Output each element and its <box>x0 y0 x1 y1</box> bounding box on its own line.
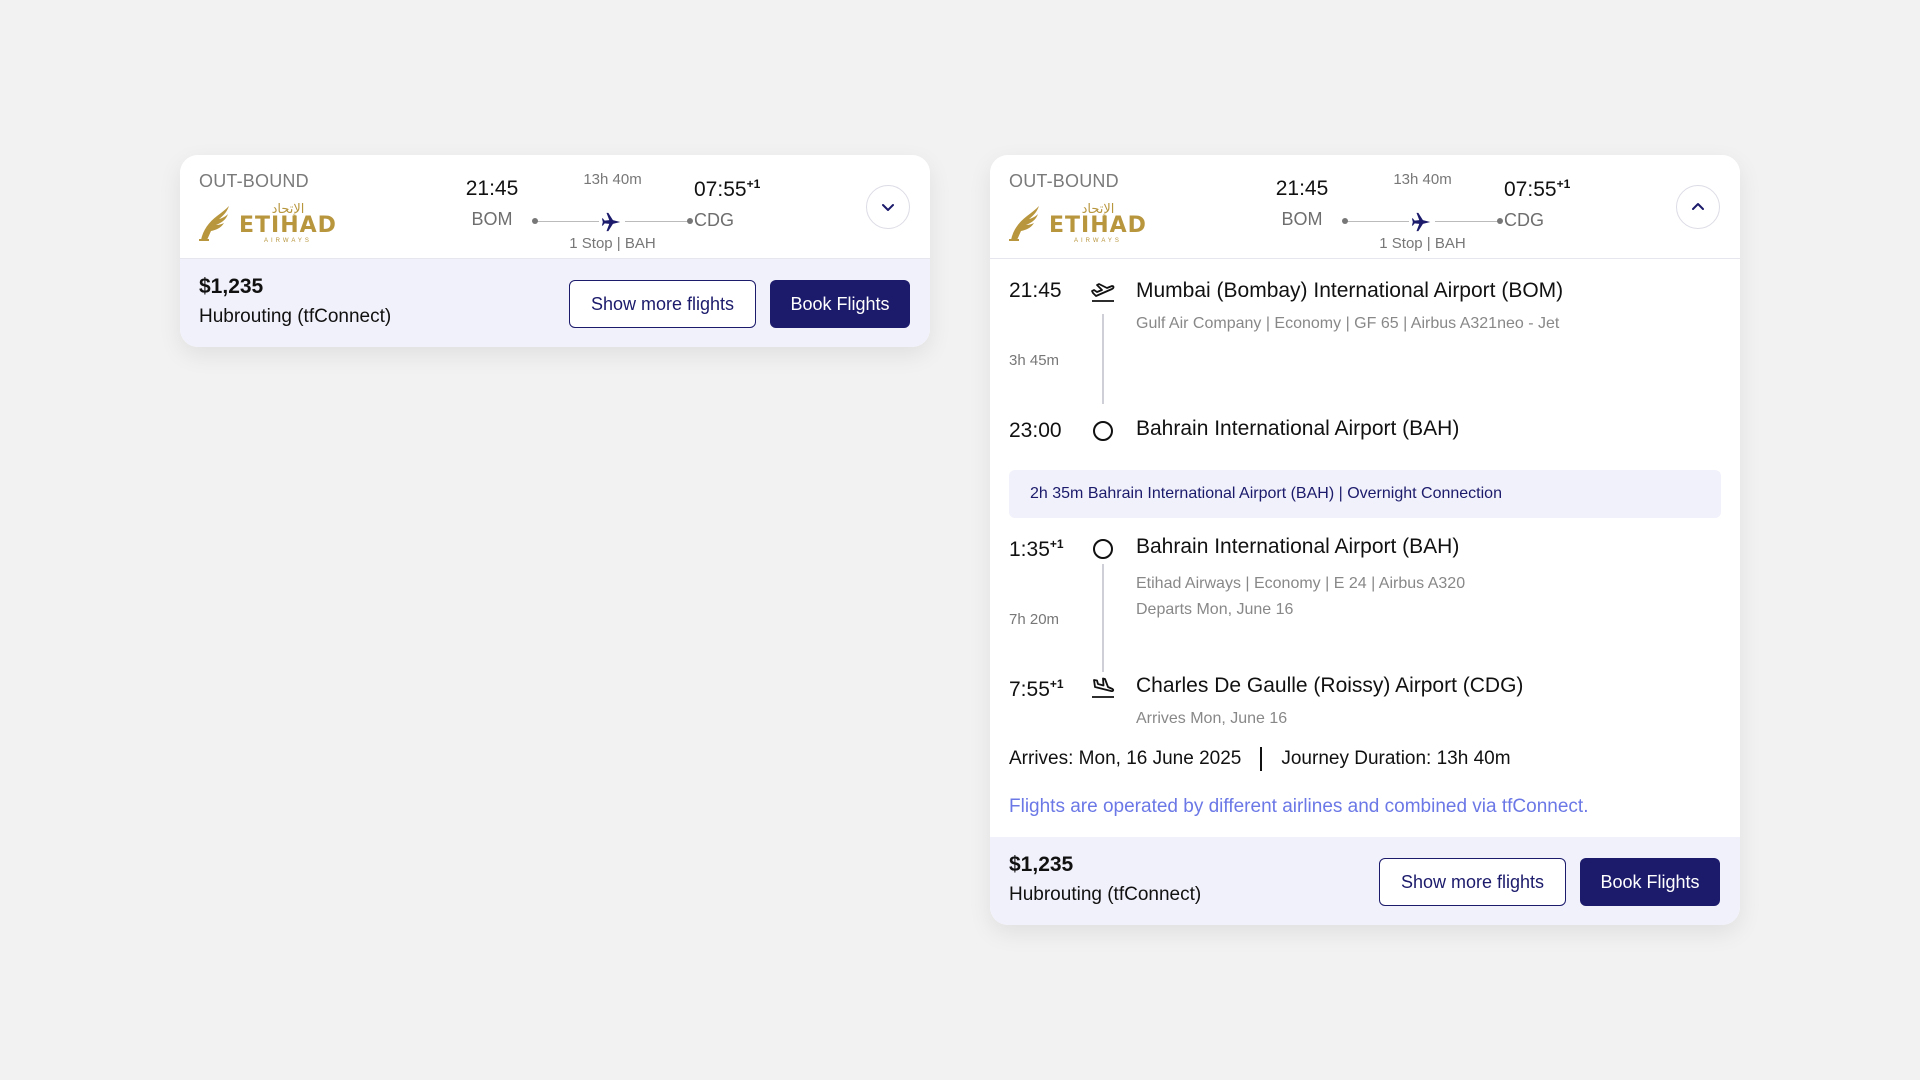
segment-2-flight-info: Etihad Airways | Economy | E 24 | Airbus… <box>1136 575 1466 592</box>
card-footer: $1,235 Hubrouting (tfConnect) Show more … <box>180 259 930 347</box>
collapse-toggle-button[interactable] <box>1676 185 1720 229</box>
tfconnect-note: Flights are operated by different airlin… <box>1009 796 1589 817</box>
journey-summary: Arrives: Mon, 16 June 2025 Journey Durat… <box>1009 747 1511 771</box>
arrival-block: 07:55+1 CDG <box>694 177 784 231</box>
total-duration: 13h 40m <box>1393 171 1452 188</box>
segment-2-duration: 7h 20m <box>1009 611 1060 628</box>
chevron-up-icon <box>1692 203 1704 210</box>
departure-block: 21:45 BOM <box>1262 177 1342 230</box>
layover-banner: 2h 35m Bahrain International Airport (BA… <box>1009 470 1721 518</box>
show-more-flights-button[interactable]: Show more flights <box>1379 858 1566 906</box>
departure-time: 21:45 <box>465 177 519 200</box>
day-offset: +1 <box>746 177 761 191</box>
departure-block: 21:45 BOM <box>452 177 532 230</box>
fare-type: Hubrouting (tfConnect) <box>199 306 392 327</box>
segment-2-departs-note: Departs Mon, June 16 <box>1136 601 1294 618</box>
fare-type: Hubrouting (tfConnect) <box>1009 884 1202 905</box>
arrival-block: 07:55+1 CDG <box>1504 177 1594 231</box>
chevron-down-icon <box>882 204 894 211</box>
segment-1-flight-info: Gulf Air Company | Economy | GF 65 | Air… <box>1136 315 1560 332</box>
segment-2-arrives-note: Arrives Mon, June 16 <box>1136 710 1288 727</box>
expand-toggle-button[interactable] <box>866 185 910 229</box>
airplane-icon <box>599 209 625 235</box>
departure-code: BOM <box>1281 209 1323 229</box>
stop-circle-icon <box>1090 418 1116 444</box>
flight-card-collapsed: OUT-BOUND الإتحاد ETIHAD AIRWAYS 21:45 B… <box>180 155 930 347</box>
landing-icon <box>1090 675 1116 701</box>
departure-time: 21:45 <box>1275 177 1329 200</box>
arrival-time: 07:55 <box>694 178 747 201</box>
card-footer: $1,235 Hubrouting (tfConnect) Show more … <box>990 837 1740 925</box>
falcon-icon <box>199 206 229 241</box>
arrival-date: Arrives: Mon, 16 June 2025 <box>1009 748 1242 769</box>
segment-1-arrival-airport: Bahrain International Airport (BAH) <box>1136 417 1460 440</box>
stops-info: 1 Stop | BAH <box>1379 235 1466 252</box>
itinerary-details: 21:45 Mumbai (Bombay) International Airp… <box>990 259 1740 837</box>
airplane-icon <box>1409 209 1435 235</box>
direction-label: OUT-BOUND <box>1009 171 1119 191</box>
total-duration: 13h 40m <box>583 171 642 188</box>
stop-circle-icon <box>1090 536 1116 562</box>
flight-summary-header[interactable]: OUT-BOUND الإتحاد ETIHAD AIRWAYS 21:45 B… <box>180 155 930 259</box>
segment-1-duration: 3h 45m <box>1009 352 1060 369</box>
route-graphic: 13h 40m 1 Stop | BAH <box>525 171 700 252</box>
book-flights-button[interactable]: Book Flights <box>770 280 910 328</box>
segment-1-departure-airport: Mumbai (Bombay) International Airport (B… <box>1136 279 1564 302</box>
departure-code: BOM <box>471 209 513 229</box>
direction-label: OUT-BOUND <box>199 171 309 191</box>
arrival-code: CDG <box>1504 210 1544 230</box>
segment-2-arrival-time: 7:55 <box>1009 678 1050 701</box>
show-more-flights-button[interactable]: Show more flights <box>569 280 756 328</box>
journey-duration: Journey Duration: 13h 40m <box>1281 748 1511 769</box>
segment-1-arrival-time: 23:00 <box>1009 419 1062 442</box>
takeoff-icon <box>1090 279 1116 305</box>
arrival-time: 07:55 <box>1504 178 1557 201</box>
book-flights-button[interactable]: Book Flights <box>1580 858 1720 906</box>
falcon-icon <box>1009 206 1039 241</box>
price: $1,235 <box>199 275 264 298</box>
route-graphic: 13h 40m 1 Stop | BAH <box>1335 171 1510 252</box>
segment-2-arrival-airport: Charles De Gaulle (Roissy) Airport (CDG) <box>1136 674 1524 697</box>
flight-summary-header[interactable]: OUT-BOUND الإتحاد ETIHAD AIRWAYS 21:45 B… <box>990 155 1740 259</box>
segment-1-departure-time: 21:45 <box>1009 279 1062 302</box>
segment-2-departure-time: 1:35 <box>1009 538 1050 561</box>
stops-info: 1 Stop | BAH <box>569 235 656 252</box>
arrival-code: CDG <box>694 210 734 230</box>
airline-logo: الإتحاد ETIHAD AIRWAYS <box>197 202 337 244</box>
flight-card-expanded: OUT-BOUND الإتحاد ETIHAD AIRWAYS 21:45 B… <box>990 155 1740 925</box>
airline-logo: الإتحاد ETIHAD AIRWAYS <box>1007 202 1147 244</box>
price: $1,235 <box>1009 853 1074 876</box>
segment-2-departure-airport: Bahrain International Airport (BAH) <box>1136 535 1460 558</box>
day-offset: +1 <box>1556 177 1571 191</box>
